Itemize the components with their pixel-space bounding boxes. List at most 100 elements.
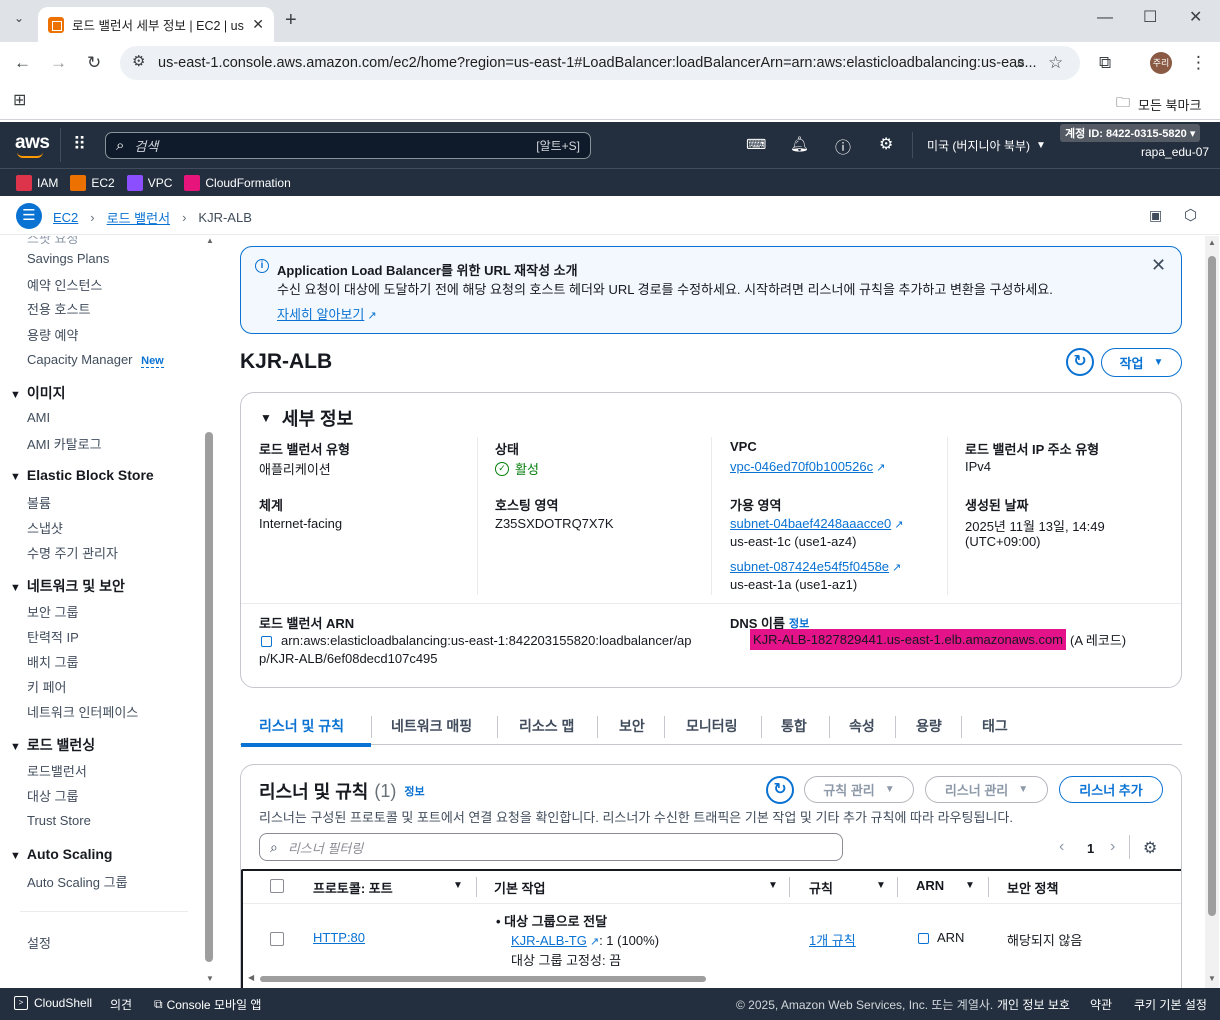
sidebar-section-2[interactable]: ▼ 네트워크 및 보안 — [10, 576, 125, 596]
sidebar-item-dedicated[interactable]: 전용 호스트 — [27, 299, 90, 318]
sidebar-item[interactable]: AMI 카탈로그 — [27, 434, 102, 453]
scrollbar-thumb[interactable] — [205, 432, 213, 962]
cloudshell-icon[interactable]: ⌨ — [746, 136, 766, 153]
row-checkbox[interactable] — [270, 932, 284, 946]
search-bar[interactable]: ⌕ 검색 [알트+S] — [105, 132, 591, 159]
prev-page-icon[interactable]: ‹ — [1059, 838, 1064, 856]
refresh-icon[interactable]: ↻ — [1066, 348, 1094, 376]
sidebar-item[interactable]: 보안 그룹 — [27, 602, 78, 621]
mobile-app-link[interactable]: ⧉ Console 모바일 앱 — [154, 996, 261, 1013]
favorite-cloudformation[interactable]: CloudFormation — [184, 175, 291, 191]
window-close-icon[interactable]: ✕ — [1189, 10, 1202, 26]
back-icon[interactable]: ← — [14, 54, 31, 71]
rules-link[interactable]: 1개 규칙 — [809, 930, 856, 949]
col-arn[interactable]: ARN — [916, 878, 944, 893]
settings-gear-icon[interactable]: ⚙ — [879, 134, 893, 154]
sidebar-section-0[interactable]: ▼ 이미지 — [10, 383, 66, 403]
bookmark-star-icon[interactable]: ☆ — [1048, 54, 1063, 71]
copy-arn-icon[interactable] — [261, 636, 272, 647]
new-tab-icon[interactable]: + — [285, 10, 297, 30]
target-group-link[interactable]: KJR-ALB-TG — [511, 933, 599, 948]
tab-7[interactable]: 용량 — [916, 716, 942, 736]
sidebar-section-3[interactable]: ▼ 로드 밸런싱 — [10, 735, 95, 755]
zoom-icon[interactable]: ⌕ — [1016, 54, 1026, 71]
sidebar-item[interactable]: Trust Store — [27, 813, 91, 828]
sidebar-item[interactable]: 키 페어 — [27, 677, 67, 696]
apps-grid-icon[interactable]: ⊞ — [13, 93, 26, 109]
learn-more-link[interactable]: 자세히 알아보기 — [277, 304, 377, 323]
close-tab-icon[interactable]: ✕ — [252, 16, 264, 33]
h-scrollbar-thumb[interactable] — [260, 976, 706, 982]
sidebar-item[interactable]: 볼륨 — [27, 493, 51, 512]
chrome-menu-icon[interactable]: ⋮ — [1190, 54, 1207, 71]
sidebar-item[interactable]: 네트워크 인터페이스 — [27, 702, 138, 721]
page-number[interactable]: 1 — [1087, 841, 1094, 856]
profile-avatar[interactable]: 주리 — [1150, 52, 1172, 74]
listener-filter-input[interactable]: ⌕ 리스너 필터링 — [259, 833, 843, 861]
refresh-listeners-icon[interactable]: ↻ — [766, 776, 794, 804]
favorite-ec2[interactable]: EC2 — [70, 175, 115, 191]
sidebar-item-reserved[interactable]: 예약 인스턴스 — [27, 275, 102, 294]
user-name[interactable]: rapa_edu-07 — [1141, 145, 1209, 159]
favorite-vpc[interactable]: VPC — [126, 175, 172, 191]
forward-icon[interactable]: → — [50, 54, 67, 71]
sidebar-section-1[interactable]: ▼ Elastic Block Store — [10, 467, 154, 483]
sidebar-item[interactable]: 로드밸런서 — [27, 761, 87, 780]
tab-1[interactable]: 네트워크 매핑 — [391, 716, 472, 736]
cookie-preferences-link[interactable]: 쿠키 기본 설정 — [1134, 996, 1207, 1013]
main-scrollbar[interactable]: ▲ ▼ — [1205, 236, 1219, 988]
sidebar-scrollbar[interactable]: ▲ ▼ — [204, 236, 216, 988]
compass-icon[interactable]: ⬡ — [1184, 206, 1197, 224]
site-info-icon[interactable]: ⚙ — [132, 54, 145, 69]
dns-value[interactable]: KJR-ALB-1827829441.us-east-1.elb.amazona… — [750, 629, 1067, 650]
browser-tab[interactable]: 로드 밸런서 세부 정보 | EC2 | us ✕ — [38, 7, 274, 42]
tab-5[interactable]: 통합 — [781, 716, 807, 736]
tools-panel-icon[interactable]: ▣ — [1149, 207, 1162, 224]
sidebar-item-savings[interactable]: Savings Plans — [27, 251, 109, 266]
close-banner-icon[interactable]: ✕ — [1151, 255, 1166, 276]
col-rules[interactable]: 규칙 — [809, 878, 833, 897]
scroll-down-icon[interactable]: ▼ — [1208, 974, 1216, 983]
reload-icon[interactable]: ↻ — [87, 54, 101, 71]
scroll-left-icon[interactable]: ◀ — [248, 973, 254, 982]
sidebar-item[interactable]: 스냅샷 — [27, 518, 63, 537]
minimize-icon[interactable]: — — [1097, 10, 1113, 26]
tab-4[interactable]: 모니터링 — [686, 716, 738, 736]
tab-8[interactable]: 태그 — [982, 716, 1008, 736]
details-heading[interactable]: ▼ 세부 정보 — [260, 405, 353, 431]
favorite-iam[interactable]: IAM — [16, 175, 58, 191]
sidebar-item[interactable]: 대상 그룹 — [27, 786, 78, 805]
sidebar-item-capacity-reservation[interactable]: 용량 예약 — [27, 325, 78, 344]
vpc-link[interactable]: vpc-046ed70f0b100526c — [730, 459, 885, 474]
manage-listeners-button[interactable]: 리스너 관리 ▼ — [925, 776, 1048, 803]
breadcrumb-load-balancers[interactable]: 로드 밸런서 — [107, 208, 170, 227]
select-all-checkbox[interactable] — [270, 879, 284, 893]
tab-0[interactable]: 리스너 및 규칙 — [259, 716, 344, 736]
extensions-icon[interactable]: ⧉ — [1099, 54, 1111, 71]
sidebar-item[interactable]: 배치 그룹 — [27, 652, 78, 671]
subnet2-link[interactable]: subnet-087424e54f5f0458e — [730, 559, 901, 574]
tab-3[interactable]: 보안 — [619, 716, 645, 736]
terms-link[interactable]: 약관 — [1090, 996, 1112, 1013]
tab-2[interactable]: 리소스 맵 — [519, 716, 574, 736]
scrollbar-thumb[interactable] — [1208, 256, 1216, 916]
feedback-link[interactable]: 의견 — [110, 996, 132, 1013]
sort-caret-icon[interactable]: ▼ — [768, 880, 778, 891]
sidebar-section-4[interactable]: ▼ Auto Scaling — [10, 846, 112, 862]
notifications-bell-icon[interactable]: 🔔︎ — [790, 135, 809, 153]
arn-copy[interactable]: ARN — [918, 930, 964, 945]
account-id-badge[interactable]: 계정 ID: 8422-0315-5820 ▾ — [1060, 124, 1201, 142]
horizontal-scrollbar[interactable]: ◀ — [242, 973, 1182, 984]
next-page-icon[interactable]: › — [1110, 838, 1115, 856]
help-icon[interactable]: ⓘ — [835, 134, 851, 158]
tab-search-icon[interactable]: ⌄ — [14, 12, 24, 24]
sidebar-item[interactable]: Auto Scaling 그룹 — [27, 872, 128, 891]
sidebar-item[interactable]: 탄력적 IP — [27, 627, 79, 646]
sidebar-item-settings[interactable]: 설정 — [27, 933, 51, 952]
actions-button[interactable]: 작업 ▼ — [1101, 348, 1182, 377]
sidebar-item-spot[interactable]: 스팟 요청 — [27, 236, 78, 247]
manage-rules-button[interactable]: 규칙 관리 ▼ — [804, 776, 914, 803]
col-default-action[interactable]: 기본 작업 — [494, 878, 545, 897]
breadcrumb-ec2[interactable]: EC2 — [53, 210, 78, 225]
sidebar-item-capacity-manager[interactable]: Capacity Manager New — [27, 352, 164, 368]
